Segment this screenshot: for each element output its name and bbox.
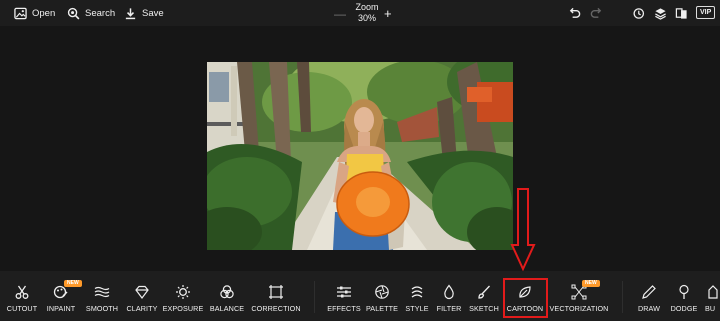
brush-icon bbox=[478, 285, 490, 299]
zoom-in-button[interactable]: + bbox=[384, 7, 396, 20]
open-button[interactable]: Open bbox=[14, 4, 55, 22]
search-label: Search bbox=[85, 7, 116, 19]
compare-icon[interactable] bbox=[673, 5, 689, 21]
tool-effects[interactable]: EFFECTS bbox=[327, 284, 361, 316]
redo-icon[interactable] bbox=[588, 5, 604, 21]
top-toolbar: Open Search Save — Zoom 30% + VIP bbox=[0, 0, 720, 26]
drop-icon bbox=[444, 284, 454, 300]
image-icon bbox=[14, 7, 27, 19]
tool-vectorization[interactable]: VECTORIZATION bbox=[549, 284, 609, 316]
tool-label: CLARITY bbox=[126, 304, 158, 313]
burn-icon bbox=[708, 285, 718, 299]
tool-label: CUTOUT bbox=[6, 304, 38, 313]
sun-icon bbox=[176, 285, 190, 299]
tool-label: VECTORIZATION bbox=[549, 304, 609, 313]
aperture-icon bbox=[375, 285, 389, 299]
tool-label: FILTER bbox=[436, 304, 462, 313]
pencil-icon bbox=[642, 285, 656, 299]
dodge-icon bbox=[679, 284, 689, 299]
sliders-icon bbox=[337, 286, 351, 298]
tool-filter[interactable]: FILTER bbox=[436, 284, 462, 316]
search-icon bbox=[67, 7, 80, 19]
save-label: Save bbox=[142, 7, 164, 19]
cartoon-highlight-box bbox=[503, 278, 548, 318]
waves-icon bbox=[94, 286, 110, 298]
tool-label: BU bbox=[705, 304, 716, 313]
tool-label: CORRECTION bbox=[251, 304, 301, 313]
scissors-icon bbox=[15, 285, 29, 299]
new-badge: NEW bbox=[64, 280, 82, 287]
tool-label: BALANCE bbox=[209, 304, 245, 313]
red-arrow-annotation bbox=[510, 188, 536, 271]
tool-label: SMOOTH bbox=[85, 304, 119, 313]
download-icon bbox=[125, 7, 136, 19]
tool-inpaint[interactable]: INPAINT bbox=[46, 284, 76, 316]
tool-clarity[interactable]: CLARITY bbox=[126, 284, 158, 316]
history-icon[interactable] bbox=[630, 5, 646, 21]
tool-cutout[interactable]: CUTOUT bbox=[6, 284, 38, 316]
undo-icon[interactable] bbox=[566, 5, 582, 21]
tool-exposure[interactable]: EXPOSURE bbox=[162, 284, 204, 316]
cartoon-photo[interactable] bbox=[207, 62, 513, 250]
tool-balance[interactable]: BALANCE bbox=[209, 284, 245, 316]
zoom-control: — Zoom 30% + bbox=[334, 2, 396, 24]
tool-label: DODGE bbox=[670, 304, 698, 313]
tool-dodge[interactable]: DODGE bbox=[670, 284, 698, 316]
open-label: Open bbox=[32, 7, 56, 19]
tool-smooth[interactable]: SMOOTH bbox=[86, 284, 118, 316]
tool-label: PALETTE bbox=[365, 304, 399, 313]
tool-style[interactable]: STYLE bbox=[405, 284, 429, 316]
tool-label: SKETCH bbox=[469, 304, 499, 313]
tool-label: STYLE bbox=[405, 304, 429, 313]
tool-label: INPAINT bbox=[46, 304, 76, 313]
tool-palette[interactable]: PALETTE bbox=[365, 284, 399, 316]
tool-draw[interactable]: DRAW bbox=[636, 284, 662, 316]
new-badge: NEW bbox=[582, 280, 600, 287]
tool-correction[interactable]: CORRECTION bbox=[251, 284, 301, 316]
crop-icon bbox=[269, 285, 283, 299]
style-icon bbox=[411, 286, 423, 298]
tool-label: EXPOSURE bbox=[162, 304, 204, 313]
diamond-icon bbox=[135, 285, 149, 299]
tool-sketch[interactable]: SKETCH bbox=[469, 284, 499, 316]
toolbar-divider bbox=[314, 281, 315, 313]
toolbar-divider bbox=[622, 281, 623, 313]
tool-burn[interactable]: BU bbox=[705, 284, 720, 316]
search-button[interactable]: Search bbox=[67, 4, 115, 22]
tool-label: EFFECTS bbox=[327, 304, 361, 313]
bottom-toolbar: CUTOUT INPAINT NEW SMOOTH CLARITY EXPOSU… bbox=[0, 271, 720, 321]
layers-icon[interactable] bbox=[652, 5, 668, 21]
vip-badge[interactable]: VIP bbox=[696, 6, 716, 19]
circles-icon bbox=[220, 285, 234, 299]
save-button[interactable]: Save bbox=[124, 4, 164, 22]
tool-label: DRAW bbox=[637, 304, 661, 313]
